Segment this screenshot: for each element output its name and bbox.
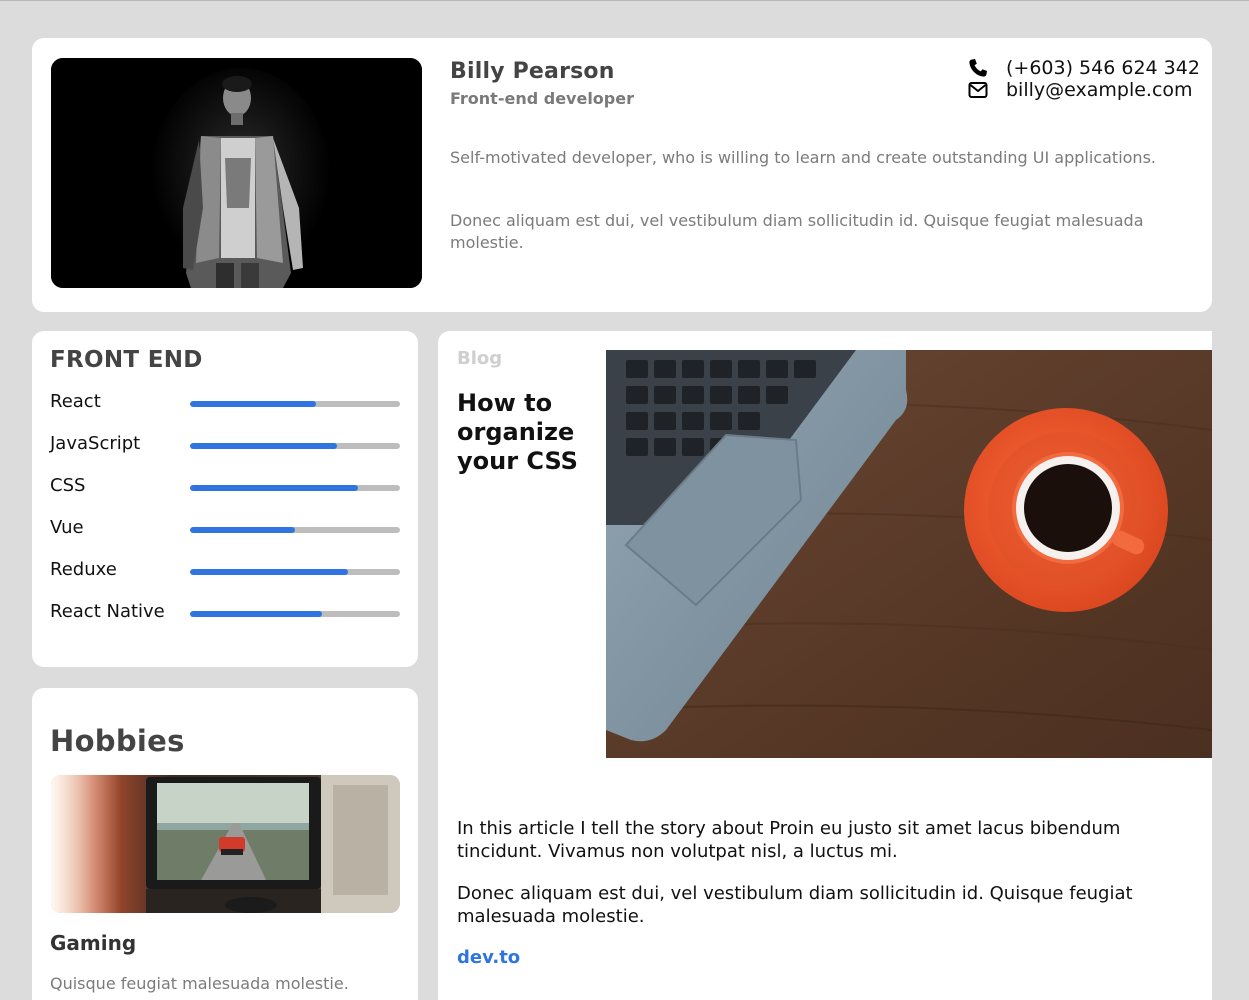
skills-card: FRONT END React JavaScript CSS Vue Reduxe Rea… [32,331,418,667]
skill-row: React Native [50,601,400,625]
contact-phone-text: (+603) 546 624 342 [1006,57,1200,79]
skill-row: Vue [50,517,400,541]
profile-role: Front-end developer [450,89,634,108]
skill-level-fill [190,611,323,617]
skill-row: CSS [50,475,400,499]
hobby-description: Quisque feugiat malesuada molestie. [50,974,349,993]
blog-source-link[interactable]: dev.to [457,947,520,968]
skill-label: React Native [50,601,165,622]
skill-label: Reduxe [50,559,117,580]
envelope-icon [968,80,988,100]
blog-tag: Blog [457,348,503,369]
profile-bio-intro: Self-motivated developer, who is willing… [450,148,1156,167]
skill-level-fill [190,485,358,491]
profile-bio-extra: Donec aliquam est dui, vel vestibulum di… [450,211,1144,252]
contact-email-text: billy@example.com [1006,79,1193,101]
blog-paragraph-intro: In this article I tell the story about P… [457,818,1121,862]
profile-photo [51,58,422,288]
skill-row: React [50,391,400,415]
skill-row: Reduxe [50,559,400,583]
skill-label: React [50,391,101,412]
blog-paragraph-extra: Donec aliquam est dui, vel vestibulum di… [457,883,1133,927]
profile-name: Billy Pearson [450,59,615,84]
skill-level-bar [190,401,400,407]
skill-row: JavaScript [50,433,400,457]
skill-level-fill [190,443,337,449]
blog-post-title[interactable]: How to organize your CSS [457,389,587,476]
skill-level-bar [190,443,400,449]
contact-email[interactable]: billy@example.com [968,79,1193,101]
skill-level-bar [190,527,400,533]
skill-level-bar [190,485,400,491]
skills-title: FRONT END [50,347,203,373]
profile-card: Billy Pearson Front-end developer Self-m… [32,38,1212,312]
blog-card: Blog How to organize your CSS In this ar… [438,331,1212,1000]
hobby-name: Gaming [50,931,137,955]
phone-icon [968,58,988,78]
hobbies-card: Hobbies Gaming Quisque feugiat malesuada… [32,688,418,1000]
skill-label: JavaScript [50,433,141,454]
blog-cover-image[interactable] [606,350,1212,758]
hobbies-title: Hobbies [50,724,185,758]
skill-level-bar [190,569,400,575]
skill-label: CSS [50,475,86,496]
skill-label: Vue [50,517,84,538]
contact-phone[interactable]: (+603) 546 624 342 [968,57,1200,79]
skill-level-bar [190,611,400,617]
skill-level-fill [190,527,295,533]
skill-level-fill [190,569,348,575]
skill-level-fill [190,401,316,407]
hobby-image-gaming [51,775,400,913]
